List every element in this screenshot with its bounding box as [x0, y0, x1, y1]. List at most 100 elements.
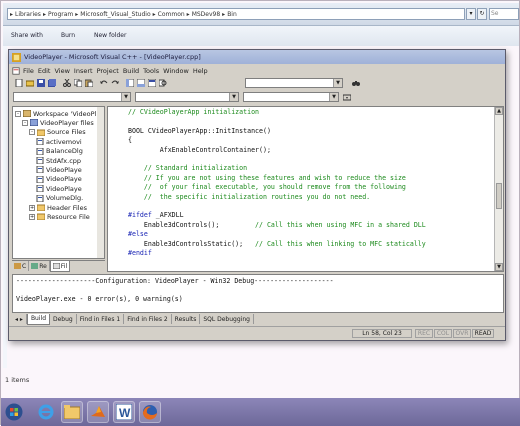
menu-insert[interactable]: Insert: [74, 67, 93, 75]
taskbar-ie[interactable]: [35, 401, 57, 423]
paste-icon[interactable]: [85, 79, 93, 87]
tree-item[interactable]: VideoPlaye: [36, 165, 82, 174]
workspace-tree[interactable]: - Workspace 'VideoPl - VideoPlayer files - So…: [12, 106, 105, 259]
workspace-scrollbar[interactable]: [97, 107, 104, 258]
tree-item[interactable]: + Resource File: [29, 212, 90, 221]
menu-tools[interactable]: Tools: [143, 67, 159, 75]
taskbar-matlab[interactable]: [87, 401, 109, 423]
output-tab-build[interactable]: Build: [26, 313, 50, 325]
editor-scrollbar[interactable]: ▲ ▼: [494, 107, 503, 271]
chevron-down-icon[interactable]: ▼: [333, 79, 342, 87]
redo-icon[interactable]: [111, 79, 119, 87]
tree-item[interactable]: - VideoPlayer files: [22, 118, 94, 127]
open-folder-icon[interactable]: [26, 79, 34, 87]
find-in-files-icon[interactable]: [159, 79, 167, 87]
collapse-icon[interactable]: -: [29, 129, 35, 136]
menu-help[interactable]: Help: [193, 67, 208, 75]
breadcrumb-separator-icon[interactable]: ▸: [187, 11, 190, 18]
collapse-icon[interactable]: -: [15, 110, 21, 117]
output-window[interactable]: --------------------Configuration: Video…: [12, 274, 504, 313]
wizard-action-icon[interactable]: [343, 93, 351, 101]
output-tab-sql-debugging[interactable]: SQL Debugging: [200, 314, 254, 324]
breadcrumb-separator-icon[interactable]: ▸: [222, 11, 225, 18]
refresh-button[interactable]: ↻: [477, 8, 487, 20]
taskbar-explorer[interactable]: [61, 401, 83, 423]
class-combo[interactable]: ▼: [13, 92, 131, 102]
tab-classview[interactable]: C: [12, 261, 30, 271]
tree-item-label: VolumeDlg.: [46, 194, 84, 203]
vc-title-bar[interactable]: VideoPlayer - Microsoft Visual C++ - [Vi…: [9, 50, 505, 64]
collapse-icon[interactable]: -: [22, 119, 28, 126]
menu-project[interactable]: Project: [97, 67, 119, 75]
menu-file[interactable]: File: [23, 67, 34, 75]
scroll-up-icon[interactable]: ▲: [495, 107, 503, 115]
burn-button[interactable]: Burn: [61, 32, 75, 39]
code-editor[interactable]: // CVideoPlayerApp initialization BOOL C…: [107, 106, 504, 272]
tab-scroll-arrows-icon[interactable]: ◂ ▸: [12, 314, 27, 324]
tree-item[interactable]: - Source Files: [29, 128, 86, 137]
document-system-icon[interactable]: [12, 66, 20, 75]
tree-item[interactable]: - Workspace 'VideoPl: [15, 109, 96, 118]
breadcrumb-item[interactable]: Microsoft_Visual_Studio: [80, 11, 150, 18]
tree-item[interactable]: VideoPlaye: [36, 184, 82, 193]
expand-icon[interactable]: +: [29, 213, 35, 220]
breadcrumb-item[interactable]: Program: [48, 11, 73, 18]
cursor-position: Ln 58, Col 23: [352, 329, 412, 338]
tab-fileview[interactable]: Fil: [49, 261, 71, 272]
find-combo[interactable]: ▼: [245, 78, 343, 88]
new-folder-button[interactable]: New folder: [94, 32, 126, 39]
start-button[interactable]: [3, 401, 25, 423]
menu-window[interactable]: Window: [163, 67, 189, 75]
taskbar-firefox[interactable]: [139, 401, 161, 423]
tree-item[interactable]: StdAfx.cpp: [36, 156, 81, 165]
output-tab-find-in-files-2[interactable]: Find in Files 2: [124, 314, 172, 324]
breadcrumb-separator-icon[interactable]: ▸: [43, 11, 46, 18]
output-tab-find-in-files-1[interactable]: Find in Files 1: [77, 314, 125, 324]
tab-resourceview[interactable]: Re: [29, 261, 50, 271]
breadcrumb-item[interactable]: Libraries: [15, 11, 41, 18]
source-code[interactable]: // CVideoPlayerApp initialization BOOL C…: [128, 108, 426, 259]
chevron-down-icon[interactable]: ▼: [329, 93, 338, 101]
output-tab-results[interactable]: Results: [172, 314, 201, 324]
output-tab-debug[interactable]: Debug: [50, 314, 77, 324]
address-dropdown-button[interactable]: ▾: [466, 8, 476, 20]
filter-combo[interactable]: ▼: [135, 92, 239, 102]
chevron-down-icon[interactable]: ▼: [121, 93, 130, 101]
scroll-thumb[interactable]: [496, 183, 502, 209]
cut-icon[interactable]: [63, 79, 71, 87]
save-all-icon[interactable]: [48, 79, 56, 87]
menu-view[interactable]: View: [54, 67, 69, 75]
search-input[interactable]: Se: [489, 8, 519, 20]
share-with-button[interactable]: Share with: [11, 32, 43, 39]
output-window-icon[interactable]: [137, 79, 145, 87]
breadcrumb-item[interactable]: Bin: [227, 11, 237, 18]
tree-item[interactable]: BalanceDlg: [36, 147, 83, 156]
members-combo[interactable]: ▼: [243, 92, 339, 102]
workspace-window-icon[interactable]: [126, 79, 134, 87]
copy-icon[interactable]: [74, 79, 82, 87]
breadcrumb[interactable]: ▸ Libraries ▸ Program ▸ Microsoft_Visual_Stud…: [7, 8, 465, 20]
tree-item[interactable]: VolumeDlg.: [36, 194, 83, 203]
code-line: // of your final executable, you should …: [128, 183, 426, 192]
file-icon: [36, 194, 44, 202]
breadcrumb-item[interactable]: Common: [158, 11, 185, 18]
tree-item[interactable]: + Header Files: [29, 203, 87, 212]
window-list-icon[interactable]: [148, 79, 156, 87]
scroll-down-icon[interactable]: ▼: [495, 263, 503, 271]
tree-item[interactable]: activemovi: [36, 137, 82, 146]
expand-icon[interactable]: +: [29, 204, 35, 211]
undo-icon[interactable]: [100, 79, 108, 87]
breadcrumb-separator-icon[interactable]: ▸: [10, 11, 13, 18]
save-icon[interactable]: [37, 79, 45, 87]
tree-item-label: VideoPlaye: [46, 184, 82, 193]
new-file-icon[interactable]: [15, 79, 23, 87]
chevron-down-icon[interactable]: ▼: [229, 93, 238, 101]
taskbar-word[interactable]: W: [113, 401, 135, 423]
tree-item[interactable]: VideoPlaye: [36, 175, 82, 184]
breadcrumb-item[interactable]: MSDev98: [192, 11, 220, 18]
breadcrumb-separator-icon[interactable]: ▸: [153, 11, 156, 18]
menu-edit[interactable]: Edit: [38, 67, 51, 75]
binoculars-icon[interactable]: [352, 79, 360, 87]
breadcrumb-separator-icon[interactable]: ▸: [75, 11, 78, 18]
menu-build[interactable]: Build: [123, 67, 139, 75]
